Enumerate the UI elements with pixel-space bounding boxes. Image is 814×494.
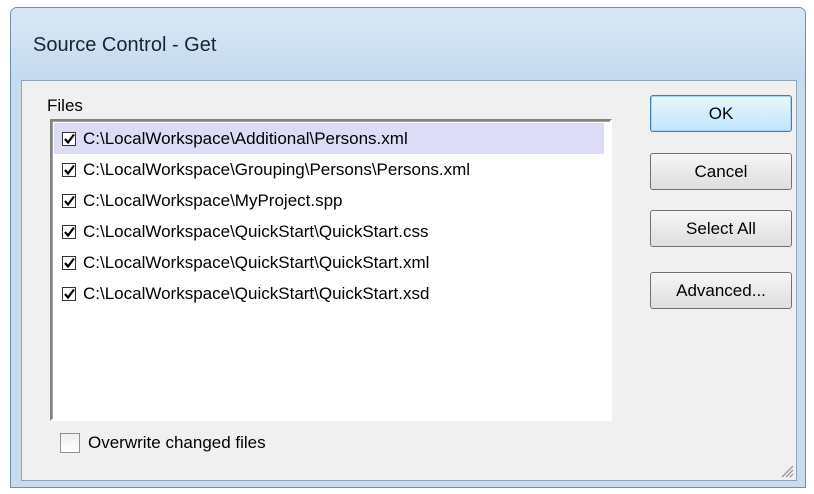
advanced-button[interactable]: Advanced... xyxy=(650,272,792,309)
file-path: C:\LocalWorkspace\QuickStart\QuickStart.… xyxy=(83,283,430,303)
file-checkbox[interactable] xyxy=(62,224,76,239)
overwrite-label: Overwrite changed files xyxy=(88,433,266,452)
file-path: C:\LocalWorkspace\QuickStart\QuickStart.… xyxy=(83,252,430,272)
title-bar[interactable]: Source Control - Get xyxy=(11,8,805,84)
file-path: C:\LocalWorkspace\QuickStart\QuickStart.… xyxy=(83,221,429,241)
checkmark-icon xyxy=(64,226,75,237)
file-checkbox[interactable] xyxy=(62,131,76,146)
checkmark-icon xyxy=(64,164,75,175)
source-control-get-dialog: Source Control - Get Files C:\LocalWorks… xyxy=(10,7,806,488)
checkmark-icon xyxy=(64,288,75,299)
files-list[interactable]: C:\LocalWorkspace\Additional\Persons.xml… xyxy=(50,119,612,421)
resize-grip-icon[interactable] xyxy=(778,462,794,478)
file-checkbox[interactable] xyxy=(62,193,76,208)
files-label: Files xyxy=(47,96,83,115)
file-list-item[interactable]: C:\LocalWorkspace\QuickStart\QuickStart.… xyxy=(54,278,604,309)
file-list-item[interactable]: C:\LocalWorkspace\Additional\Persons.xml xyxy=(54,123,604,154)
file-checkbox[interactable] xyxy=(62,162,76,177)
checkmark-icon xyxy=(64,257,75,268)
file-path: C:\LocalWorkspace\Grouping\Persons\Perso… xyxy=(83,159,471,179)
file-checkbox[interactable] xyxy=(62,255,76,270)
checkmark-icon xyxy=(64,195,75,206)
file-list-item[interactable]: C:\LocalWorkspace\QuickStart\QuickStart.… xyxy=(54,216,604,247)
file-list-item[interactable]: C:\LocalWorkspace\QuickStart\QuickStart.… xyxy=(54,247,604,278)
checkmark-icon xyxy=(64,133,75,144)
file-checkbox[interactable] xyxy=(62,286,76,301)
ok-button[interactable]: OK xyxy=(650,95,792,132)
dialog-client-area: Files C:\LocalWorkspace\Additional\Perso… xyxy=(21,80,797,481)
file-path: C:\LocalWorkspace\MyProject.spp xyxy=(83,190,343,210)
overwrite-checkbox[interactable] xyxy=(60,433,80,453)
file-path: C:\LocalWorkspace\Additional\Persons.xml xyxy=(83,128,408,148)
overwrite-option[interactable]: Overwrite changed files xyxy=(60,433,266,453)
file-list-item[interactable]: C:\LocalWorkspace\MyProject.spp xyxy=(54,185,604,216)
cancel-button[interactable]: Cancel xyxy=(650,153,792,190)
select-all-button[interactable]: Select All xyxy=(650,210,792,247)
file-list-item[interactable]: C:\LocalWorkspace\Grouping\Persons\Perso… xyxy=(54,154,604,185)
dialog-title: Source Control - Get xyxy=(33,34,217,56)
